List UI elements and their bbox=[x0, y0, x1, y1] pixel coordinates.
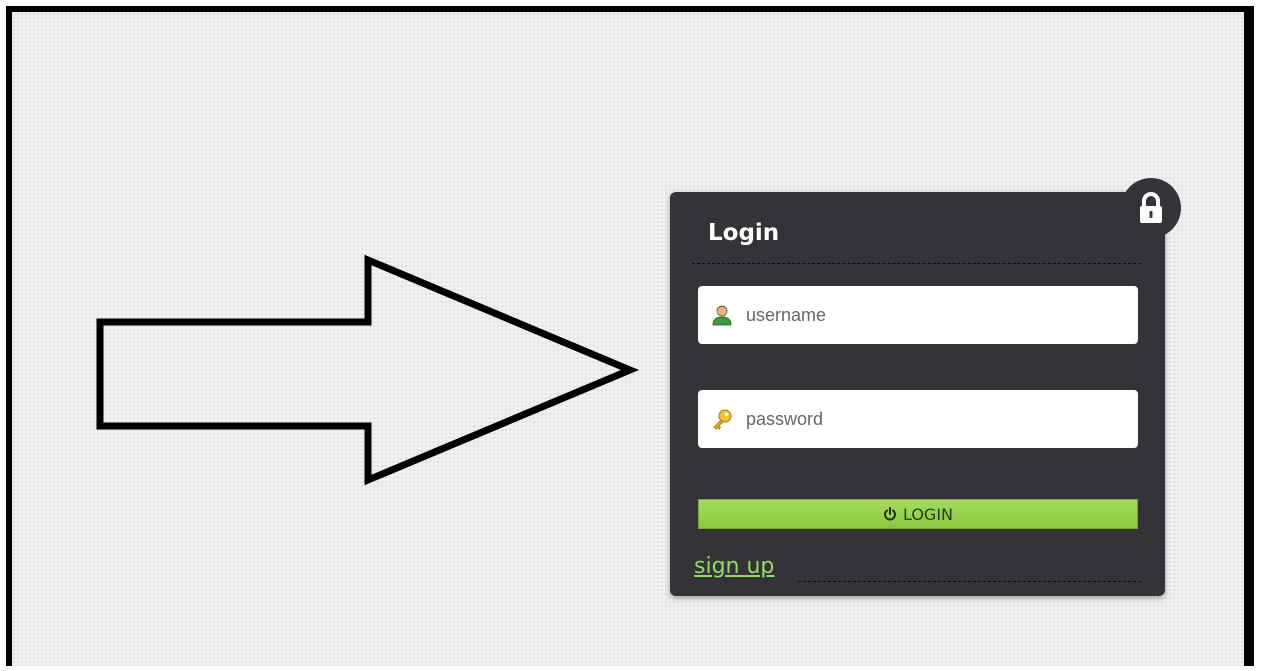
username-field[interactable] bbox=[698, 286, 1138, 344]
lock-icon bbox=[1140, 192, 1162, 223]
password-input[interactable] bbox=[744, 407, 1128, 431]
signup-link[interactable]: sign up bbox=[694, 554, 774, 579]
login-panel: Login username LOGIN sign up bbox=[670, 192, 1165, 596]
login-button[interactable]: LOGIN bbox=[698, 499, 1138, 529]
login-button-label: LOGIN bbox=[902, 504, 954, 524]
key-icon bbox=[710, 407, 734, 431]
page-frame: Login username LOGIN sign up bbox=[6, 6, 1254, 666]
login-title: Login bbox=[708, 220, 780, 246]
lock-badge bbox=[1121, 178, 1181, 238]
power-icon bbox=[883, 507, 897, 521]
user-icon bbox=[710, 303, 734, 327]
arrow-icon bbox=[96, 254, 640, 486]
title-divider bbox=[692, 263, 1141, 264]
footer-divider bbox=[798, 581, 1141, 582]
username-input[interactable] bbox=[744, 303, 1128, 327]
password-field[interactable] bbox=[698, 390, 1138, 448]
